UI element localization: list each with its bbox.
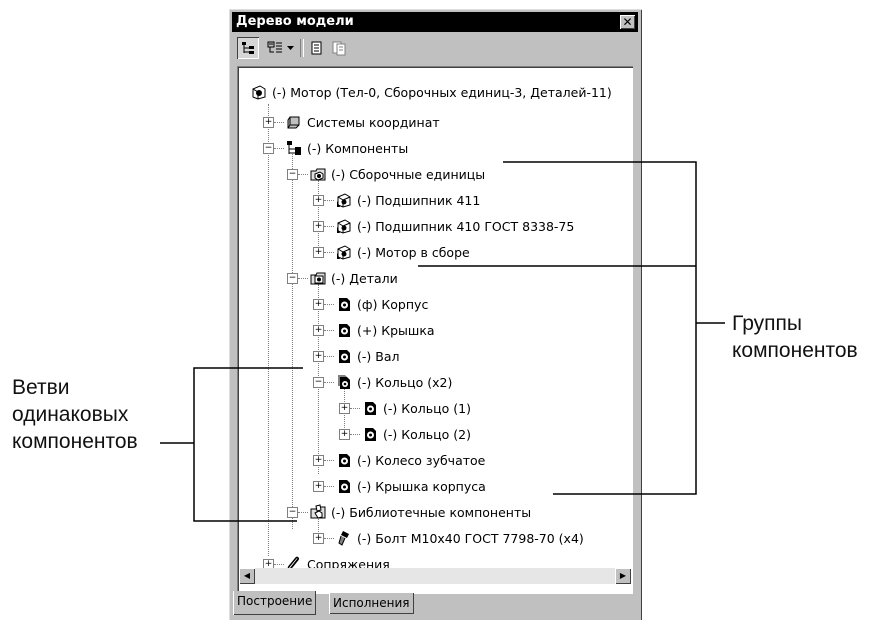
branches-annotation: Ветви одинаковых компонентов <box>12 374 138 455</box>
annotation-line: компонентов <box>12 430 138 453</box>
annotation-line: одинаковых <box>12 403 129 426</box>
annotation-line: Ветви <box>12 376 70 399</box>
annotation-line: компонентов <box>732 339 858 362</box>
annotation-line: Группы <box>732 312 802 335</box>
groups-annotation: Группы компонентов <box>732 310 858 364</box>
